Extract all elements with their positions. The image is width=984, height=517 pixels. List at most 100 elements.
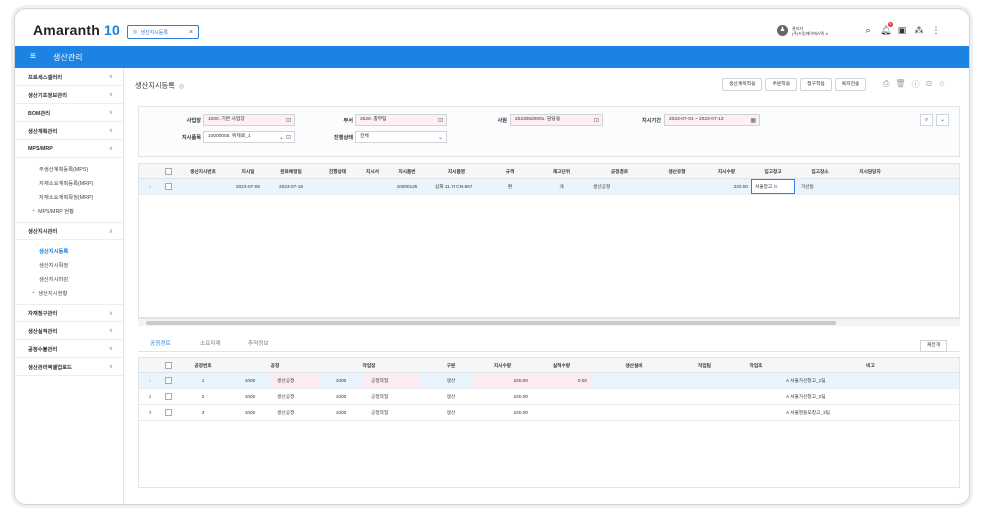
sidebar-sub-order-confirm[interactable]: 생산지시확정	[15, 258, 123, 272]
table-row[interactable]: › 1 1000 생산공정 1000 공정작업 생산 220.00 0.00 A 서울가산창고_1…	[139, 373, 959, 389]
column-header[interactable]: 생산지시번호	[177, 164, 229, 179]
tab-materials[interactable]: 소요자재	[200, 339, 221, 347]
column-header[interactable]: 지시품명	[429, 164, 484, 179]
hamburger-icon[interactable]: ≡	[30, 51, 36, 62]
bell-icon[interactable]: 🔔︎ 6	[880, 22, 893, 35]
column-header[interactable]: 진행상태	[315, 164, 360, 179]
lookup-icon[interactable]: ⊡	[772, 184, 778, 189]
tab-process-route[interactable]: 공정경로	[150, 339, 171, 347]
table-row[interactable]: 2 2 1000 생산공정 1000 공정작업 생산 220.00 A 서울가산창고_2팀	[139, 389, 959, 405]
help-icon[interactable]: ◎	[179, 84, 184, 90]
tab-label: 생산지시등록	[140, 29, 168, 36]
expand-button[interactable]: ⌄	[936, 114, 949, 126]
table-cell: A 서울가산창고_2팀	[786, 394, 826, 399]
scrollbar-thumb[interactable]	[146, 321, 836, 325]
sidebar-item-process-stock[interactable]: 공정수불관리 ∨	[15, 340, 123, 358]
column-header[interactable]: 작업팀	[677, 358, 732, 373]
table-cell: 생산공정	[593, 184, 611, 189]
search-button[interactable]: ⌕	[920, 114, 933, 126]
apply-order-button[interactable]: 주문적용	[765, 78, 798, 91]
select-all-checkbox[interactable]	[165, 362, 172, 369]
transfer-button[interactable]: 복지전송	[834, 78, 867, 91]
sidebar-item-mps-mrp[interactable]: MPS/MRP ∧	[15, 140, 123, 158]
print-icon[interactable]: ⎙	[883, 79, 889, 90]
star-icon[interactable]: ☆	[938, 79, 945, 90]
delete-icon[interactable]: 🗑︎	[895, 79, 905, 90]
row-checkbox[interactable]	[165, 377, 172, 384]
sidebar-item-basic-info[interactable]: 생산기초정보관리 ∨	[15, 86, 123, 104]
column-header[interactable]: 규격	[484, 164, 536, 179]
column-header[interactable]: 입고창고	[751, 164, 795, 179]
column-header[interactable]: 생산설비	[591, 358, 677, 373]
column-header[interactable]: 공정번호	[177, 358, 229, 373]
more-icon[interactable]: ⋮	[931, 25, 941, 35]
dept-field[interactable]: 2520. 총무팀 ⊡	[355, 114, 447, 126]
column-header[interactable]: 실적수량	[532, 358, 591, 373]
horizontal-scrollbar[interactable]	[138, 318, 960, 326]
sidebar-item-result[interactable]: 생산실적관리 ∨	[15, 322, 123, 340]
column-header[interactable]: 지시품번	[385, 164, 429, 179]
site-field[interactable]: 1000. 기본 사업장 ⊡	[203, 114, 295, 126]
row-checkbox[interactable]	[165, 393, 172, 400]
sidebar-sub-mps[interactable]: 주생산계획등록(MPS)	[15, 162, 123, 176]
sidebar-item-excel-upload[interactable]: 생산관리엑셀업로드 ∨	[15, 358, 123, 376]
column-header[interactable]: 지시일	[229, 164, 267, 179]
sidebar-sub-mps-status[interactable]: MPS/MRP 현황	[15, 204, 123, 218]
row-checkbox[interactable]	[165, 183, 172, 190]
table-cell: 2	[201, 394, 205, 399]
status-select[interactable]: 전체 ⌄	[355, 131, 447, 143]
column-header[interactable]: 작업조	[732, 358, 780, 373]
sidebar-sub-mrp[interactable]: 자재소요계획등록(MRP)	[15, 176, 123, 190]
column-header[interactable]: 구분	[429, 358, 473, 373]
sidebar-sub-order-status[interactable]: 생산지시현황	[15, 286, 123, 300]
settings-icon[interactable]: ⊙	[926, 79, 933, 90]
column-header[interactable]: 공정경로	[587, 164, 652, 179]
lookup-icon[interactable]: ⊡	[438, 116, 443, 126]
column-header[interactable]: 입고장소	[795, 164, 845, 179]
item-field[interactable]: 10000005. 위제로_1 ⌄ ⊡	[203, 131, 295, 143]
sidebar-item-process-gallery[interactable]: 프로세스갤러리 ∨	[15, 68, 123, 86]
column-header[interactable]: 지시담당자	[845, 164, 895, 179]
sidebar-sub-order-register[interactable]: 생산지시등록	[15, 244, 123, 258]
employee-field[interactable]: 20230620001. 담당용 ⊡	[510, 114, 603, 126]
period-field[interactable]: 2023-07-01 ~ 2023-07-13 ▦	[664, 114, 760, 126]
user-menu[interactable]: ♟ 관리자 (주)드림에이에스텍 ∨	[777, 25, 828, 36]
info-icon[interactable]: ⓘ	[912, 79, 920, 90]
apply-plan-button[interactable]: 생산계획적용	[722, 78, 763, 91]
tab-production-order[interactable]: ◎ 생산지시등록 ×	[127, 25, 199, 39]
period-label: 지시기간	[641, 118, 661, 124]
column-header[interactable]: 작업장	[319, 358, 419, 373]
table-row[interactable]: › 2023-07-05 2023-07-19 10000125 삼화 11.7t C…	[139, 179, 959, 195]
sidebar-sub-order-close[interactable]: 생산지시마감	[15, 272, 123, 286]
sidebar-sub-mrp-confirm[interactable]: 자재소요계획확정(MRP)	[15, 190, 123, 204]
org-icon[interactable]: ⁂	[914, 25, 924, 35]
sidebar-item-order[interactable]: 생산지시관리 ∧	[15, 222, 123, 240]
column-header[interactable]: 지시수량	[702, 164, 751, 179]
apply-claim-button[interactable]: 청구적용	[800, 78, 832, 91]
user-company: (주)드림에이에스텍 ∨	[792, 30, 829, 36]
column-header[interactable]: 지시수량	[473, 358, 532, 373]
sidebar-item-bom[interactable]: BOM관리 ∨	[15, 104, 123, 122]
sidebar-item-material[interactable]: 자재청구관리 ∨	[15, 304, 123, 322]
column-header[interactable]: 완료예정일	[267, 164, 315, 179]
search-icon[interactable]: ⌕	[863, 25, 873, 35]
table-row[interactable]: 3 3 1000 생산공정 1000 공정작업 생산 220.00 A 서울영등포창고_3팀	[139, 405, 959, 421]
column-header[interactable]: 재고단위	[536, 164, 587, 179]
close-icon[interactable]: ×	[189, 29, 193, 36]
column-header[interactable]: 생산유형	[652, 164, 702, 179]
lookup-icon[interactable]: ⊡	[594, 116, 599, 126]
column-header[interactable]: 비고	[780, 358, 961, 373]
calendar-icon[interactable]: ▦	[750, 116, 756, 126]
lookup-icon[interactable]: ⊡	[286, 133, 291, 143]
chevron-down-icon: ∨	[108, 110, 113, 116]
re-expand-button[interactable]: 재전개	[920, 340, 947, 352]
select-all-checkbox[interactable]	[165, 168, 172, 175]
tab-tracking[interactable]: 추적정보	[248, 339, 269, 347]
lookup-icon[interactable]: ⊡	[286, 116, 291, 126]
column-header[interactable]: 지시서	[360, 164, 385, 179]
row-checkbox[interactable]	[165, 409, 172, 416]
app-logo[interactable]: Amaranth 10	[33, 22, 120, 38]
calendar-icon[interactable]: ▣	[897, 25, 907, 35]
sidebar-item-plan[interactable]: 생산계획관리 ∨	[15, 122, 123, 140]
column-header[interactable]: 공정	[231, 358, 319, 373]
